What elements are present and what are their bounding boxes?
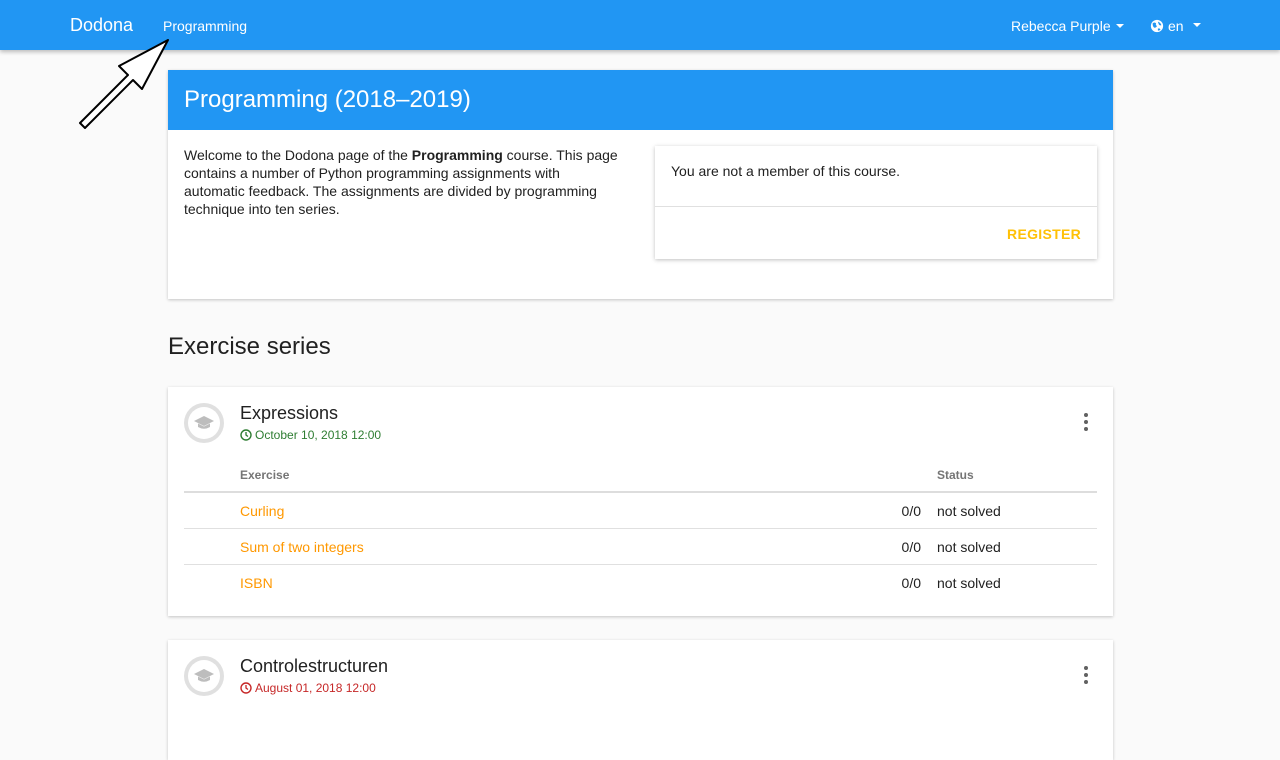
table-header: Exercise Status [184, 463, 1097, 493]
column-header-status: Status [937, 468, 974, 482]
column-header-exercise: Exercise [240, 468, 290, 482]
section-title: Exercise series [168, 333, 331, 360]
table-row: Curling 0/0 not solved [184, 493, 1097, 529]
exercise-status: not solved [937, 539, 1001, 555]
exercise-status: not solved [937, 575, 1001, 591]
course-card: Programming (2018–2019) Welcome to the D… [168, 70, 1113, 299]
annotation-arrow [79, 39, 169, 129]
deadline-text: August 01, 2018 12:00 [255, 681, 376, 695]
more-vert-icon[interactable] [1079, 413, 1093, 433]
caret-down-icon [1192, 23, 1201, 27]
exercise-link[interactable]: Sum of two integers [240, 539, 364, 555]
clock-icon [240, 682, 252, 694]
membership-card: You are not a member of this course. REG… [655, 146, 1097, 259]
exercise-link[interactable]: ISBN [240, 575, 273, 591]
language-menu[interactable]: en [1150, 17, 1201, 35]
exercise-link[interactable]: Curling [240, 503, 284, 519]
brand-logo[interactable]: Dodona [70, 15, 133, 35]
series-deadline: October 10, 2018 12:00 [240, 428, 381, 442]
clock-icon [240, 429, 252, 441]
user-menu[interactable]: Rebecca Purple [1011, 17, 1124, 35]
table-row: ISBN 0/0 not solved [184, 565, 1097, 601]
nav-course-link[interactable]: Programming [163, 17, 247, 35]
series-card: Controlestructuren August 01, 2018 12:00 [168, 640, 1113, 760]
graduation-cap-icon [184, 656, 224, 696]
divider [655, 206, 1097, 207]
user-name: Rebecca Purple [1011, 18, 1111, 34]
caret-down-icon [1115, 24, 1124, 29]
more-vert-icon[interactable] [1079, 666, 1093, 686]
course-title: Programming (2018–2019) [168, 70, 1113, 130]
register-button[interactable]: REGISTER [1007, 226, 1081, 242]
exercise-score: 0/0 [901, 503, 921, 519]
exercise-score: 0/0 [901, 539, 921, 555]
table-row: Sum of two integers 0/0 not solved [184, 529, 1097, 565]
exercise-score: 0/0 [901, 575, 921, 591]
language-label: en [1168, 18, 1184, 34]
globe-icon [1150, 19, 1164, 33]
series-title[interactable]: Controlestructuren [240, 656, 388, 676]
top-navbar: Dodona Programming Rebecca Purple en [0, 0, 1280, 50]
membership-text: You are not a member of this course. [671, 163, 901, 179]
deadline-text: October 10, 2018 12:00 [255, 428, 382, 442]
exercise-status: not solved [937, 503, 1001, 519]
course-description: Welcome to the Dodona page of the Progra… [184, 147, 618, 217]
series-deadline: August 01, 2018 12:00 [240, 681, 376, 695]
series-card: Expressions October 10, 2018 12:00 Exerc… [168, 387, 1113, 616]
exercise-table: Exercise Status Curling 0/0 not solved S… [184, 463, 1097, 601]
series-title[interactable]: Expressions [240, 403, 338, 423]
graduation-cap-icon [184, 403, 224, 443]
